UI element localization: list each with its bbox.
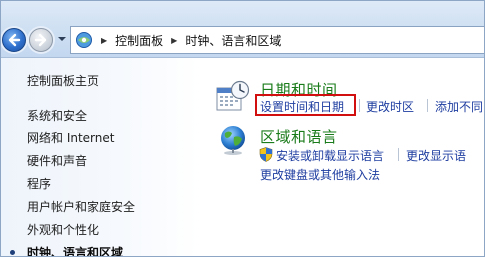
sidebar: 控制面板主页 系统和安全 网络和 Internet 硬件和声音 程序 用户帐户和… <box>0 58 198 257</box>
calendar-clock-icon[interactable] <box>216 80 250 114</box>
breadcrumb-separator-icon: ▶ <box>101 35 108 45</box>
main-content: 日期和时间 设置时间和日期 更改时区 添加不同 区域和语言 安装或卸载显示语言 … <box>198 58 485 257</box>
active-item-bullet-icon <box>10 250 15 255</box>
sidebar-item-hardware-sound[interactable]: 硬件和声音 <box>27 152 87 169</box>
address-bar[interactable]: ▶ 控制面板 ▶ 时钟、语言和区域 <box>70 26 485 54</box>
link-separator <box>427 99 428 112</box>
breadcrumb-clock-language-region[interactable]: 时钟、语言和区域 <box>185 32 281 49</box>
add-clocks-link[interactable]: 添加不同 <box>435 98 483 115</box>
sidebar-item-network-internet[interactable]: 网络和 Internet <box>27 129 114 146</box>
sidebar-item-appearance[interactable]: 外观和个性化 <box>27 221 99 238</box>
sidebar-item-programs[interactable]: 程序 <box>27 175 51 192</box>
install-uninstall-display-language-link[interactable]: 安装或卸载显示语言 <box>276 147 384 164</box>
change-keyboard-input-link[interactable]: 更改键盘或其他输入法 <box>260 166 380 183</box>
breadcrumb-control-panel[interactable]: 控制面板 <box>115 32 163 49</box>
sidebar-item-clock-language-region[interactable]: 时钟、语言和区域 <box>27 244 123 257</box>
sidebar-item-system-security[interactable]: 系统和安全 <box>27 107 87 124</box>
back-button[interactable] <box>2 28 26 52</box>
globe-icon[interactable] <box>218 124 250 156</box>
breadcrumb-separator-icon[interactable]: ▶ <box>171 36 177 45</box>
category-title-region-language[interactable]: 区域和语言 <box>260 126 338 147</box>
change-display-language-link[interactable]: 更改显示语 <box>406 147 466 164</box>
link-separator <box>398 148 399 161</box>
link-separator <box>359 99 360 112</box>
back-arrow-icon <box>8 33 21 47</box>
sidebar-item-user-accounts[interactable]: 用户帐户和家庭安全 <box>27 198 135 215</box>
forward-button[interactable] <box>29 28 53 52</box>
navigation-bar: ▶ 控制面板 ▶ 时钟、语言和区域 <box>0 0 485 58</box>
change-time-zone-link[interactable]: 更改时区 <box>366 98 414 115</box>
control-panel-icon <box>76 32 92 48</box>
set-time-date-link[interactable]: 设置时间和日期 <box>260 98 344 115</box>
recent-pages-dropdown-icon[interactable] <box>57 34 67 44</box>
forward-arrow-icon <box>34 33 47 47</box>
sidebar-control-panel-home[interactable]: 控制面板主页 <box>27 72 99 89</box>
uac-shield-icon <box>259 147 273 162</box>
